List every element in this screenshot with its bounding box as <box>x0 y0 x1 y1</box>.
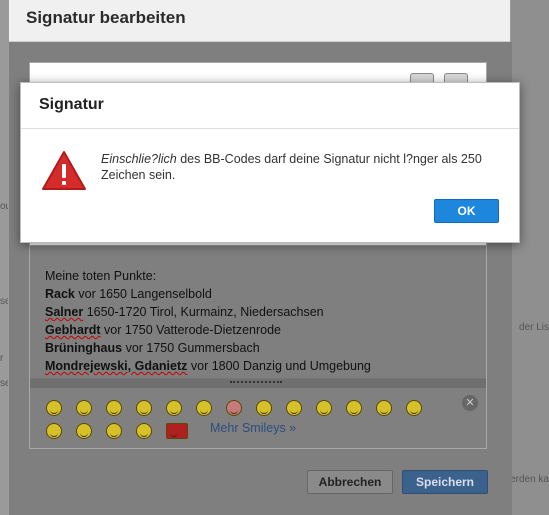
signature-line: Meine toten Punkte: <box>45 269 157 283</box>
dialog-title: Signatur bearbeiten <box>26 8 186 27</box>
signature-line: Mondrejewski, Gdanietz vor 1800 Danzig u… <box>45 359 371 373</box>
edit-signature-dialog: Signatur bearbeiten Meine toten Punkte: … <box>8 0 512 515</box>
close-icon[interactable]: ✕ <box>462 395 478 411</box>
signature-textarea[interactable]: Meine toten Punkte: Rack vor 1650 Langen… <box>30 245 486 378</box>
bg-right-text: der Lis <box>518 322 549 333</box>
smiley-icon[interactable] <box>46 423 62 439</box>
signature-line: Rack vor 1650 Langenselbold <box>45 287 212 301</box>
alert-header: Signatur <box>21 83 519 129</box>
smiley-icon[interactable] <box>166 400 182 416</box>
smiley-icon[interactable] <box>106 423 122 439</box>
bg-right-text: erden ka <box>510 474 549 485</box>
signature-line: Brüninghaus vor 1750 Gummersbach <box>45 341 260 355</box>
background-left-strip: se ou r se <box>0 0 11 515</box>
smiley-panel <box>30 388 486 448</box>
alert-message: Einschlie?lich des BB-Codes darf deine S… <box>101 152 482 182</box>
cancel-button[interactable]: Abbrechen <box>307 470 393 494</box>
dialog-header: Signatur bearbeiten <box>9 0 510 42</box>
smiley-icon[interactable] <box>406 400 422 416</box>
background-right-strip: der Lis erden ka <box>510 0 549 515</box>
smiley-icon[interactable] <box>136 423 152 439</box>
smiley-icon[interactable] <box>286 400 302 416</box>
signature-line: Salner 1650-1720 Tirol, Kurmainz, Nieder… <box>45 305 324 319</box>
smiley-icon[interactable] <box>106 400 122 416</box>
smiley-icon[interactable] <box>46 400 62 416</box>
ok-button[interactable]: OK <box>434 199 499 223</box>
alert-title: Signatur <box>39 96 104 113</box>
smiley-icon[interactable] <box>136 400 152 416</box>
alert-dialog: Signatur Einschlie?lich des BB-Codes dar… <box>20 82 520 243</box>
signature-text: Meine toten Punkte: Rack vor 1650 Langen… <box>45 267 371 375</box>
save-button[interactable]: Speichern <box>402 470 488 494</box>
smiley-icon[interactable] <box>316 400 332 416</box>
smiley-icon[interactable] <box>376 400 392 416</box>
help-smiley-icon[interactable] <box>166 423 188 439</box>
smiley-icon[interactable] <box>226 400 242 416</box>
warning-icon <box>42 151 86 190</box>
smiley-icon[interactable] <box>196 400 212 416</box>
smiley-icon[interactable] <box>76 400 92 416</box>
smiley-icon[interactable] <box>256 400 272 416</box>
resize-grip[interactable] <box>30 378 486 388</box>
more-smileys-link[interactable]: Mehr Smileys » <box>210 421 296 435</box>
signature-line: Gebhardt vor 1750 Vatterode-Dietzenrode <box>45 323 281 337</box>
smiley-icon[interactable] <box>76 423 92 439</box>
smiley-icon[interactable] <box>346 400 362 416</box>
bg-left-text: r <box>0 353 4 364</box>
